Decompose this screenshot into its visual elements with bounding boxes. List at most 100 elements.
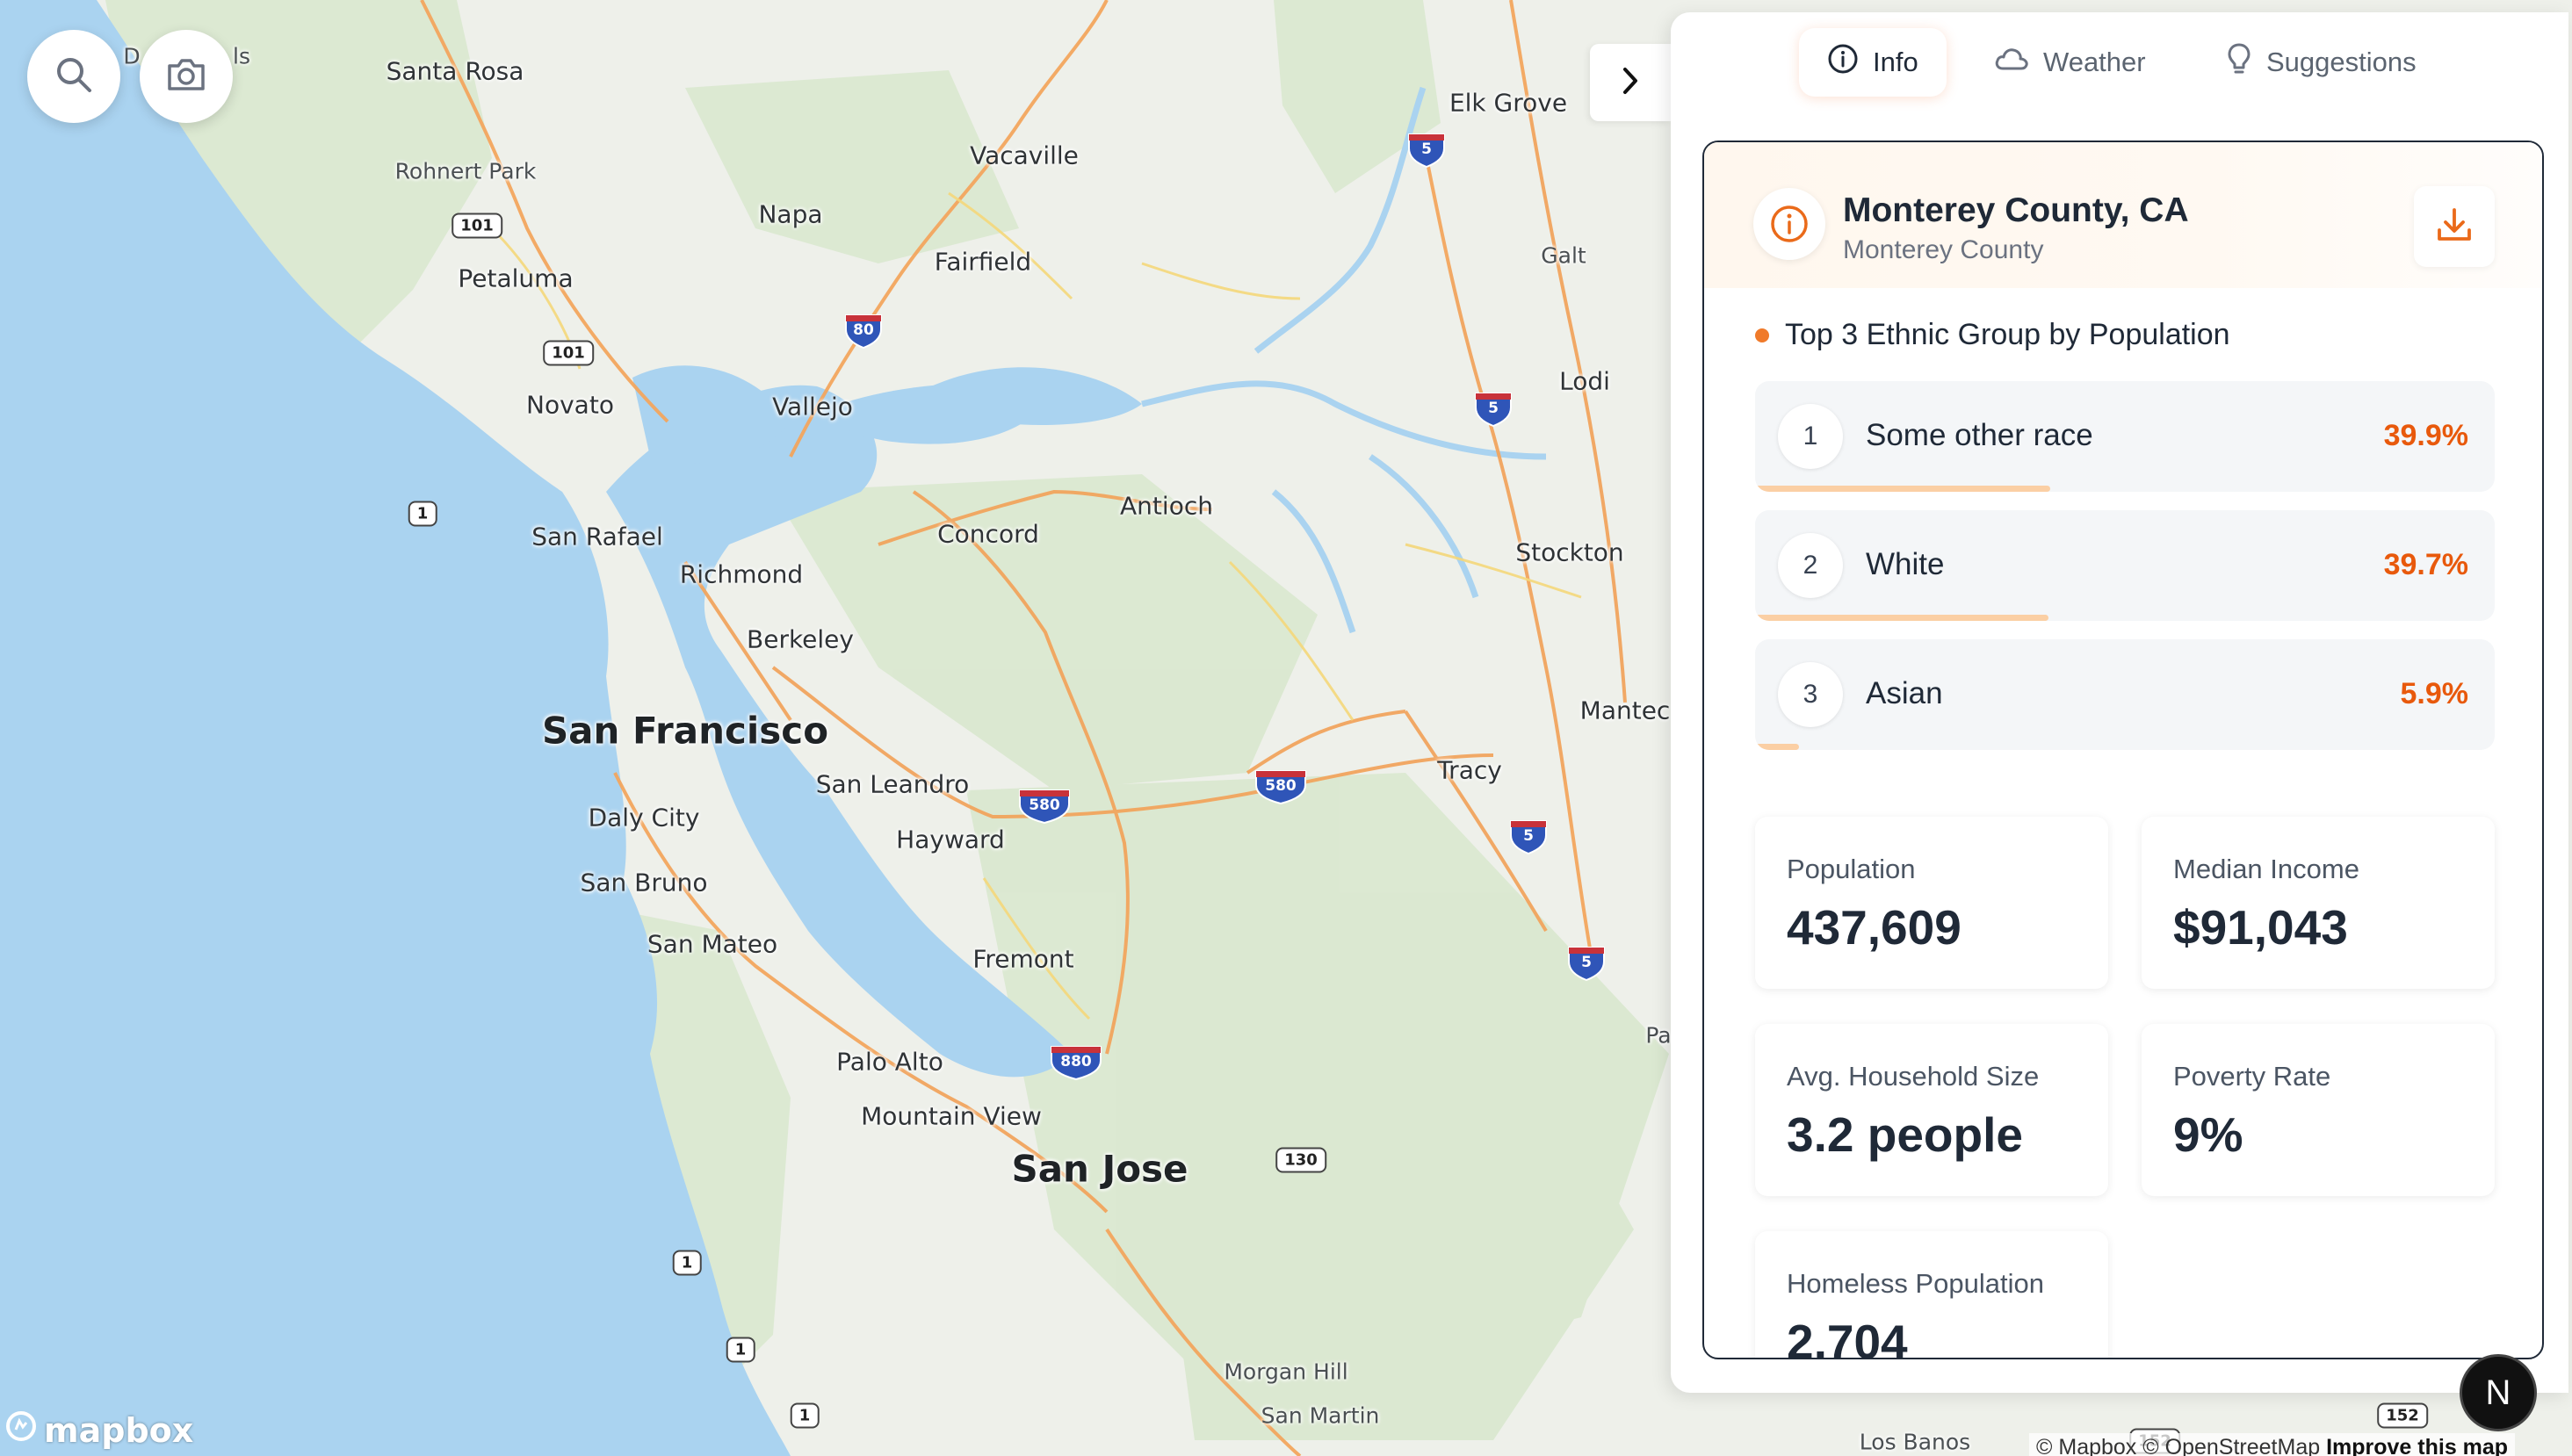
attribution-osm-link[interactable]: © OpenStreetMap	[2142, 1435, 2320, 1456]
cloud-icon	[1994, 46, 2029, 79]
interstate-shield: 5	[1474, 392, 1513, 427]
place-label: Mantec	[1579, 696, 1671, 725]
rank-badge: 2	[1778, 533, 1843, 598]
place-label: Richmond	[679, 559, 804, 589]
place-label: Vallejo	[772, 392, 853, 422]
camera-icon	[166, 57, 206, 97]
ethnic-group-percent: 5.9%	[2400, 677, 2469, 710]
stat-homeless-population: Homeless Population 2,704	[1755, 1231, 2108, 1359]
improve-map-link[interactable]: Improve this map	[2326, 1435, 2508, 1456]
info-icon	[1827, 43, 1859, 82]
stat-label: Homeless Population	[1787, 1268, 2044, 1299]
route-shield: 152	[2377, 1402, 2428, 1429]
stat-label: Median Income	[2173, 854, 2359, 884]
ethnic-section-title: Top 3 Ethnic Group by Population	[1785, 318, 2230, 351]
collapse-panel-button[interactable]	[1590, 44, 1671, 121]
bullet-dot	[1755, 328, 1769, 342]
place-label: San Martin	[1261, 1402, 1380, 1429]
route-shield: 1	[790, 1402, 820, 1429]
place-label: San Jose	[1011, 1147, 1188, 1191]
place-label: Concord	[937, 519, 1039, 549]
tab-weather-label: Weather	[2043, 47, 2146, 77]
place-label: Pa	[1645, 1022, 1672, 1049]
tab-info[interactable]: Info	[1799, 28, 1947, 97]
download-icon	[2435, 205, 2474, 249]
route-shield: 101	[452, 213, 502, 239]
place-label: Stockton	[1515, 537, 1624, 567]
ethnic-section-heading: Top 3 Ethnic Group by Population	[1755, 318, 2230, 352]
ethnic-group-name: White	[1866, 547, 1945, 581]
stat-value: 437,609	[1787, 900, 1962, 955]
stat-household-size: Avg. Household Size 3.2 people	[1755, 1024, 2108, 1196]
place-label: Tracy	[1437, 755, 1502, 785]
search-icon	[54, 55, 93, 98]
ethnic-group-percent: 39.7%	[2383, 548, 2468, 581]
interstate-shield: 5	[1567, 946, 1606, 981]
stat-poverty-rate: Poverty Rate 9%	[2142, 1024, 2495, 1196]
user-avatar[interactable]: N	[2460, 1354, 2537, 1431]
place-label: Daly City	[588, 803, 700, 833]
ethnic-group-row: 3 Asian 5.9%	[1755, 639, 2495, 750]
interstate-shield: 580	[1254, 769, 1307, 804]
route-shield: 1	[726, 1337, 755, 1363]
map-attribution: © Mapbox © OpenStreetMap Improve this ma…	[2029, 1433, 2516, 1456]
route-shield: 130	[1275, 1147, 1326, 1173]
tab-info-label: Info	[1873, 47, 1918, 77]
place-label: Galt	[1541, 242, 1586, 269]
ethnic-group-row: 2 White 39.7%	[1755, 510, 2495, 621]
lightbulb-icon	[2226, 42, 2252, 83]
stat-value: 9%	[2173, 1107, 2243, 1162]
attribution-mapbox-link[interactable]: © Mapbox	[2036, 1435, 2136, 1456]
interstate-shield: 80	[844, 314, 883, 349]
stat-label: Poverty Rate	[2173, 1061, 2331, 1092]
place-label: D	[123, 43, 141, 69]
stat-value: 2,704	[1787, 1315, 1908, 1359]
region-title: Monterey County, CA	[1843, 191, 2189, 229]
place-label: Elk Grove	[1449, 88, 1568, 118]
tab-weather[interactable]: Weather	[1966, 28, 2174, 97]
mapbox-logo[interactable]: mapbox	[5, 1410, 193, 1450]
place-label: Hayward	[896, 825, 1005, 854]
camera-button[interactable]	[140, 30, 233, 123]
route-shield: 1	[408, 501, 437, 527]
place-label: Petaluma	[458, 263, 574, 293]
info-icon	[1753, 188, 1825, 260]
tab-suggestions-label: Suggestions	[2266, 47, 2417, 77]
place-label: Antioch	[1120, 491, 1213, 521]
panel-tabs: Info Weather Suggestions	[1671, 16, 2568, 97]
stat-label: Population	[1787, 854, 1916, 884]
ethnic-share-bar	[1755, 486, 2050, 492]
stat-label: Avg. Household Size	[1787, 1061, 2040, 1092]
ethnic-share-bar	[1755, 615, 2049, 621]
place-label: San Leandro	[815, 769, 970, 799]
stat-value: $91,043	[2173, 900, 2348, 955]
place-label: Fremont	[972, 944, 1074, 974]
place-label: Lodi	[1559, 366, 1610, 396]
search-button[interactable]	[27, 30, 120, 123]
stat-population: Population 437,609	[1755, 817, 2108, 989]
chevron-right-icon	[1618, 66, 1643, 100]
place-label: Morgan Hill	[1224, 1359, 1348, 1385]
mapbox-icon	[5, 1410, 37, 1450]
place-label: Fairfield	[934, 247, 1032, 277]
place-label: Vacaville	[970, 141, 1079, 170]
region-card: Monterey County, CA Monterey County Top …	[1702, 141, 2544, 1359]
route-shield: 101	[543, 340, 594, 366]
ethnic-group-name: Asian	[1866, 676, 1943, 710]
region-header: Monterey County, CA Monterey County	[1704, 142, 2542, 288]
place-label: San Francisco	[541, 709, 829, 753]
ethnic-share-bar	[1755, 744, 1799, 750]
place-label: Berkeley	[747, 624, 854, 654]
place-label: Santa Rosa	[386, 56, 524, 86]
place-label: Mountain View	[861, 1101, 1042, 1131]
place-label: Los Banos	[1859, 1429, 1971, 1455]
download-button[interactable]	[2414, 186, 2495, 267]
stat-value: 3.2 people	[1787, 1107, 2023, 1162]
region-subtitle: Monterey County	[1843, 235, 2044, 264]
tab-suggestions[interactable]: Suggestions	[2198, 28, 2445, 97]
rank-badge: 3	[1778, 662, 1843, 727]
interstate-shield: 5	[1407, 133, 1446, 168]
place-label: Palo Alto	[836, 1047, 943, 1077]
ethnic-group-row: 1 Some other race 39.9%	[1755, 381, 2495, 492]
place-label: San Bruno	[580, 868, 708, 897]
